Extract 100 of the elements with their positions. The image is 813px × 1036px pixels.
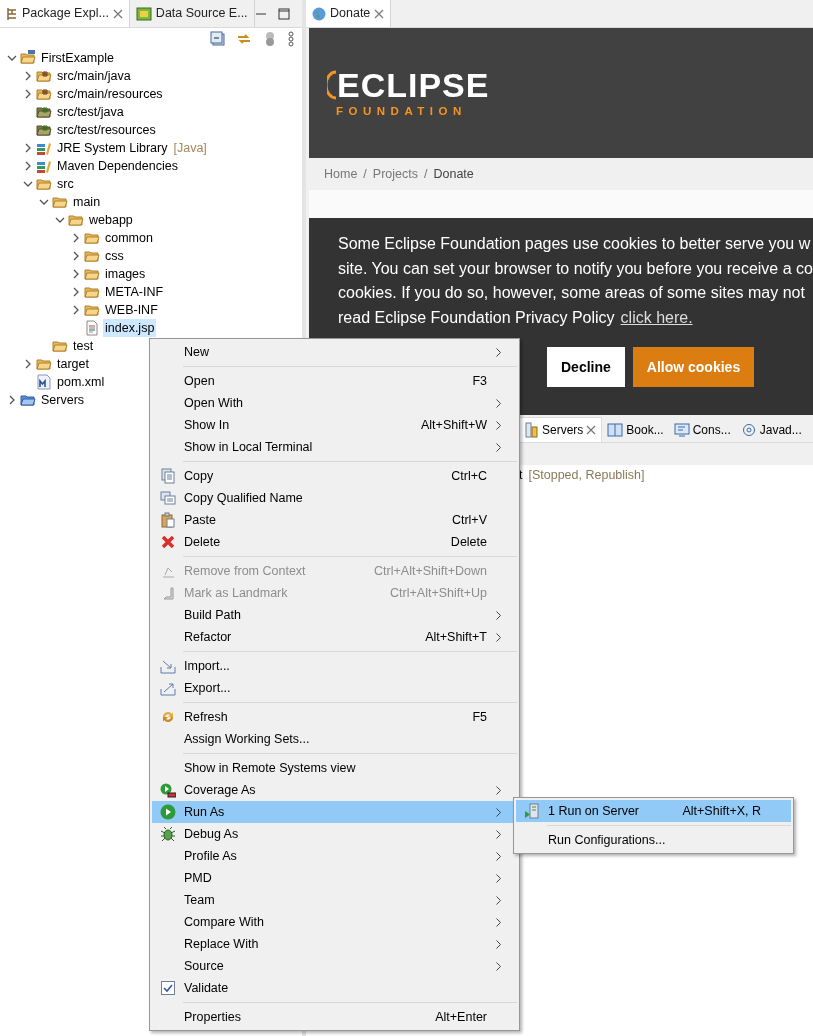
menu-item[interactable]: Show in Remote Systems view	[152, 757, 517, 779]
chevron-right-icon[interactable]	[73, 251, 79, 261]
menu-item[interactable]: Profile As	[152, 845, 517, 867]
chevron-right-icon	[496, 895, 501, 905]
chevron-right-icon[interactable]	[25, 359, 31, 369]
menu-item[interactable]: Source	[152, 955, 517, 977]
chevron-down-icon[interactable]	[7, 55, 17, 61]
breadcrumb-separator: /	[363, 165, 367, 183]
chevron-right-icon	[496, 785, 501, 795]
copy-icon	[159, 490, 176, 506]
chevron-down-icon[interactable]	[39, 199, 49, 205]
menu-item[interactable]: Open F3	[152, 370, 517, 392]
tree-item[interactable]: webapp	[87, 210, 135, 230]
view-tab[interactable]: Package Expl...	[0, 0, 130, 27]
menu-item[interactable]: Show In Alt+Shift+W	[152, 414, 517, 436]
breadcrumb-link[interactable]: Home	[324, 164, 358, 184]
tree-item[interactable]: src	[55, 174, 76, 194]
menu-item[interactable]: Team	[152, 889, 517, 911]
menu-item[interactable]: Compare With	[152, 911, 517, 933]
chevron-right-icon[interactable]	[25, 71, 31, 81]
bug-icon	[159, 826, 176, 842]
chevron-down-icon[interactable]	[23, 181, 33, 187]
decoration-label: [Java]	[173, 139, 207, 157]
menu-item[interactable]: Copy Qualified Name	[152, 487, 517, 509]
folder-icon	[52, 194, 68, 210]
menu-item[interactable]: Run Configurations...	[516, 829, 791, 851]
chevron-right-icon	[496, 851, 501, 861]
view-tab[interactable]: Data Source E...	[129, 0, 255, 27]
menu-item[interactable]: Build Path	[152, 604, 517, 626]
database-icon	[135, 5, 152, 22]
breadcrumb-link[interactable]: Projects	[372, 164, 418, 184]
menu-item[interactable]: Show in Local Terminal	[152, 436, 517, 458]
menu-item[interactable]: Export...	[152, 677, 517, 699]
menu-item[interactable]: Coverage As	[152, 779, 517, 801]
tree-item[interactable]: pom.xml	[55, 372, 107, 392]
menu-item[interactable]: Properties Alt+Enter	[152, 1006, 517, 1028]
tree-item[interactable]: src/main/resources	[55, 84, 165, 104]
project-icon	[20, 50, 36, 66]
tree-item[interactable]: FirstExample	[39, 48, 116, 68]
tree-item[interactable]: WEB-INF	[103, 300, 160, 320]
menu-item[interactable]: Open With	[152, 392, 517, 414]
chevron-right-icon	[496, 420, 501, 430]
chevron-right-icon[interactable]	[73, 305, 79, 315]
tree-item[interactable]: META-INF	[103, 282, 166, 302]
more-icon	[288, 30, 294, 47]
menu-item[interactable]: 1 Run on Server Alt+Shift+X, R	[516, 800, 791, 822]
chevron-right-icon[interactable]	[9, 395, 15, 405]
menu-item[interactable]: Validate	[152, 977, 517, 999]
panel-tab[interactable]: Servers	[517, 417, 603, 442]
tree-item[interactable]: src/test/resources	[55, 120, 158, 140]
package-folder-icon	[36, 68, 52, 84]
menu-item[interactable]: Refresh F5	[152, 706, 517, 728]
chevron-right-icon	[496, 632, 501, 642]
panel-tab[interactable]: Javad...	[735, 417, 807, 442]
menu-item[interactable]: Refactor Alt+Shift+T	[152, 626, 517, 648]
banner-text: Some Eclipse Foundation pages use cookies to better serve you w	[338, 235, 811, 252]
menu-item[interactable]: Assign Working Sets...	[152, 728, 517, 750]
tree-item[interactable]: src/test/java	[55, 102, 126, 122]
chevron-right-icon[interactable]	[73, 287, 79, 297]
privacy-link[interactable]: click here.	[620, 308, 693, 326]
clipboard-icon	[159, 512, 176, 528]
close-icon	[112, 8, 123, 19]
menu-item[interactable]: Copy Ctrl+C	[152, 465, 517, 487]
arc-icon	[327, 70, 337, 101]
menu-item[interactable]: PMD	[152, 867, 517, 889]
tree-item[interactable]: Maven Dependencies	[55, 156, 180, 176]
menu-item[interactable]: New	[152, 341, 517, 363]
tree-item[interactable]: css	[103, 246, 126, 266]
folder-icon	[84, 266, 100, 282]
panel-tab[interactable]: Cons...	[668, 417, 736, 442]
tree-item[interactable]: target	[55, 354, 91, 374]
logo-text: ECLIPSE	[337, 68, 490, 103]
server-icon	[523, 803, 540, 819]
tree-item[interactable]: Servers	[39, 390, 87, 410]
menu-item[interactable]: Paste Ctrl+V	[152, 509, 517, 531]
import-icon	[159, 658, 176, 674]
tree-item[interactable]: common	[103, 228, 155, 248]
tree-item[interactable]: JRE System Library	[55, 138, 170, 158]
chevron-right-icon	[496, 398, 501, 408]
chevron-right-icon	[496, 610, 501, 620]
decline-button[interactable]: Decline	[547, 347, 625, 387]
tree-item[interactable]: index.jsp	[103, 318, 157, 338]
chevron-right-icon[interactable]	[25, 89, 31, 99]
chevron-right-icon[interactable]	[25, 143, 31, 153]
menu-item[interactable]: Delete Delete	[152, 531, 517, 553]
tree-item[interactable]: src/main/java	[55, 66, 133, 86]
panel-tab[interactable]: Book...	[602, 417, 669, 442]
chevron-right-icon[interactable]	[25, 161, 31, 171]
chevron-right-icon[interactable]	[73, 269, 79, 279]
chevron-right-icon[interactable]	[73, 233, 79, 243]
tree-item[interactable]: test	[71, 336, 96, 356]
menu-item[interactable]: Replace With	[152, 933, 517, 955]
menu-item[interactable]: Import...	[152, 655, 517, 677]
menu-item[interactable]: Debug As	[152, 823, 517, 845]
editor-tab[interactable]: Donate	[306, 0, 392, 27]
tree-item[interactable]: images	[103, 264, 148, 284]
book-icon	[607, 421, 624, 438]
books-icon	[36, 158, 52, 174]
tree-item[interactable]: main	[71, 192, 103, 212]
chevron-down-icon[interactable]	[55, 217, 65, 223]
